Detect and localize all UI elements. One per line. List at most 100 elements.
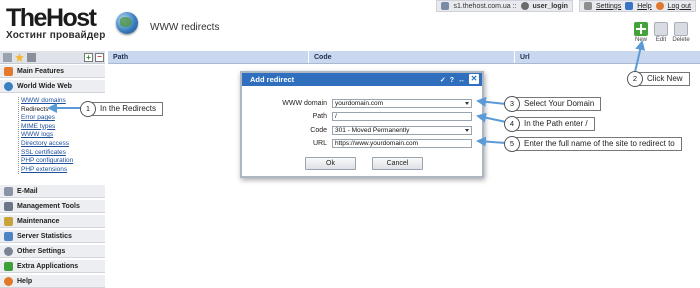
path-input[interactable]: /: [332, 111, 472, 121]
column-header-path[interactable]: Path: [108, 51, 309, 63]
main-features-icon: [4, 66, 13, 76]
list-view-icon[interactable]: [3, 53, 12, 62]
new-label: New: [634, 37, 647, 43]
edit-label: Edit: [655, 37, 667, 43]
callout-number: 4: [504, 116, 520, 132]
expand-all-icon[interactable]: +: [84, 53, 93, 62]
user-icon: [520, 2, 529, 10]
app-window: TheHost Хостинг провайдер WWW redirects …: [0, 0, 700, 288]
sidebar-item-label: Server Statistics: [17, 232, 72, 240]
sidebar-item-label: Extra Applications: [17, 262, 79, 270]
sidebar-item-extra-applications[interactable]: Extra Applications: [0, 260, 105, 273]
code-row: Code 301 - Moved Permanently: [242, 125, 482, 135]
sidebar-item-label: Maintenance: [17, 217, 60, 225]
url-row: URL https://www.yourdomain.com: [242, 138, 482, 148]
extra-apps-icon: [4, 261, 13, 271]
sidebar-item-email[interactable]: E-Mail: [0, 185, 105, 198]
callout-2: 2 Click New: [627, 71, 690, 87]
sidebar-item-label: E-Mail: [17, 187, 38, 195]
www-domain-label: WWW domain: [282, 99, 327, 107]
code-select[interactable]: 301 - Moved Permanently: [332, 125, 472, 135]
dialog-title: Add redirect: [250, 75, 295, 84]
sidebar-subitem-www-logs[interactable]: WWW logs: [21, 131, 73, 140]
column-header-url[interactable]: Url: [515, 51, 700, 63]
callout-number: 2: [627, 71, 643, 87]
top-bar: s1.thehost.com.ua :: user_login Settings…: [436, 0, 696, 12]
dialog-title-bar: Add redirect ✓ ? ↔ ✕: [242, 73, 482, 86]
dialog-controls: ✓ ? ↔ ✕: [440, 74, 479, 87]
sidebar-toolbar: + −: [0, 51, 105, 64]
table-header: Path Code Url: [108, 51, 700, 64]
cancel-button[interactable]: Cancel: [372, 157, 423, 170]
callout-1: 1 In the Redirects: [80, 101, 164, 117]
favorites-icon[interactable]: [15, 53, 24, 62]
delete-label: Delete: [672, 37, 690, 43]
logout-link[interactable]: Log out: [668, 3, 691, 10]
callout-5: 5 Enter the full name of the site to red…: [504, 136, 682, 152]
sidebar-subitem-php-configuration[interactable]: PHP configuration: [21, 157, 73, 166]
callout-text: Enter the full name of the site to redir…: [515, 137, 682, 151]
user-login: user_login: [532, 2, 568, 10]
new-button[interactable]: New: [630, 22, 652, 43]
sidebar-subitem-redirects[interactable]: Redirects: [21, 106, 73, 115]
pin-icon[interactable]: ✓: [440, 74, 446, 87]
resize-icon[interactable]: ↔: [458, 74, 465, 87]
sidebar-subitem-mime-types[interactable]: MIME types: [21, 123, 73, 132]
settings-link[interactable]: Settings: [596, 3, 621, 10]
code-label: Code: [310, 126, 327, 134]
dialog-help-icon[interactable]: ?: [450, 74, 454, 87]
edit-icon: [654, 22, 668, 36]
sidebar-subitem-php-extensions[interactable]: PHP extensions: [21, 166, 73, 175]
ok-button[interactable]: Ok: [305, 157, 356, 170]
sidebar-subitem-error-pages[interactable]: Error pages: [21, 114, 73, 123]
statistics-icon: [4, 231, 13, 241]
server-name: s1.thehost.com.ua ::: [453, 2, 517, 10]
help-link[interactable]: Help: [637, 3, 651, 10]
column-header-code[interactable]: Code: [309, 51, 515, 63]
sidebar-item-label: Main Features: [17, 67, 65, 75]
camera-icon[interactable]: [27, 53, 36, 62]
sidebar-subitem-www-domains[interactable]: WWW domains: [21, 97, 73, 106]
www-submenu: WWW domains Redirects Error pages MIME t…: [18, 97, 73, 175]
sidebar-item-help[interactable]: Help: [0, 275, 105, 288]
user-info: s1.thehost.com.ua :: user_login: [436, 0, 573, 12]
settings-icon: [4, 246, 13, 256]
sidebar-item-label: World Wide Web: [17, 82, 72, 90]
path-row: Path /: [242, 111, 482, 121]
url-input[interactable]: https://www.yourdomain.com: [332, 138, 472, 148]
sidebar-item-label: Other Settings: [17, 247, 66, 255]
url-label: URL: [312, 139, 327, 147]
delete-button[interactable]: Delete: [670, 22, 692, 43]
close-icon[interactable]: ✕: [469, 74, 479, 84]
new-icon: [634, 22, 648, 36]
logo-subtitle: Хостинг провайдер: [6, 30, 106, 41]
callout-text: In the Redirects: [91, 102, 164, 116]
collapse-all-icon[interactable]: −: [95, 53, 104, 62]
callout-number: 3: [504, 96, 520, 112]
sidebar-item-other-settings[interactable]: Other Settings: [0, 245, 105, 258]
www-domain-select[interactable]: yourdomain.com: [332, 98, 472, 108]
callout-text: Click New: [638, 72, 690, 86]
callout-4: 4 In the Path enter /: [504, 116, 595, 132]
sidebar-item-world-wide-web[interactable]: World Wide Web: [0, 80, 105, 93]
sidebar-subitem-directory-access[interactable]: Directory access: [21, 140, 73, 149]
logo[interactable]: TheHost Хостинг провайдер: [6, 6, 106, 42]
sidebar-item-label: Help: [17, 277, 33, 285]
tools-icon: [4, 201, 13, 211]
callout-text: Select Your Domain: [515, 97, 602, 111]
sidebar-item-label: Management Tools: [17, 202, 80, 210]
add-redirect-dialog: Add redirect ✓ ? ↔ ✕ WWW domain yourdoma…: [240, 71, 484, 178]
edit-button[interactable]: Edit: [650, 22, 672, 43]
delete-icon: [674, 22, 688, 36]
sidebar-subitem-ssl-certificates[interactable]: SSL certificates: [21, 149, 73, 158]
sidebar-item-main-features[interactable]: Main Features: [0, 65, 105, 78]
email-icon: [4, 186, 13, 196]
sidebar-item-management-tools[interactable]: Management Tools: [0, 200, 105, 213]
callout-3: 3 Select Your Domain: [504, 96, 602, 112]
world-wide-web-icon: [4, 81, 13, 91]
help-icon: [625, 2, 634, 10]
globe-icon: [116, 12, 138, 34]
sidebar-item-server-statistics[interactable]: Server Statistics: [0, 230, 105, 243]
maintenance-icon: [4, 216, 13, 226]
sidebar-item-maintenance[interactable]: Maintenance: [0, 215, 105, 228]
